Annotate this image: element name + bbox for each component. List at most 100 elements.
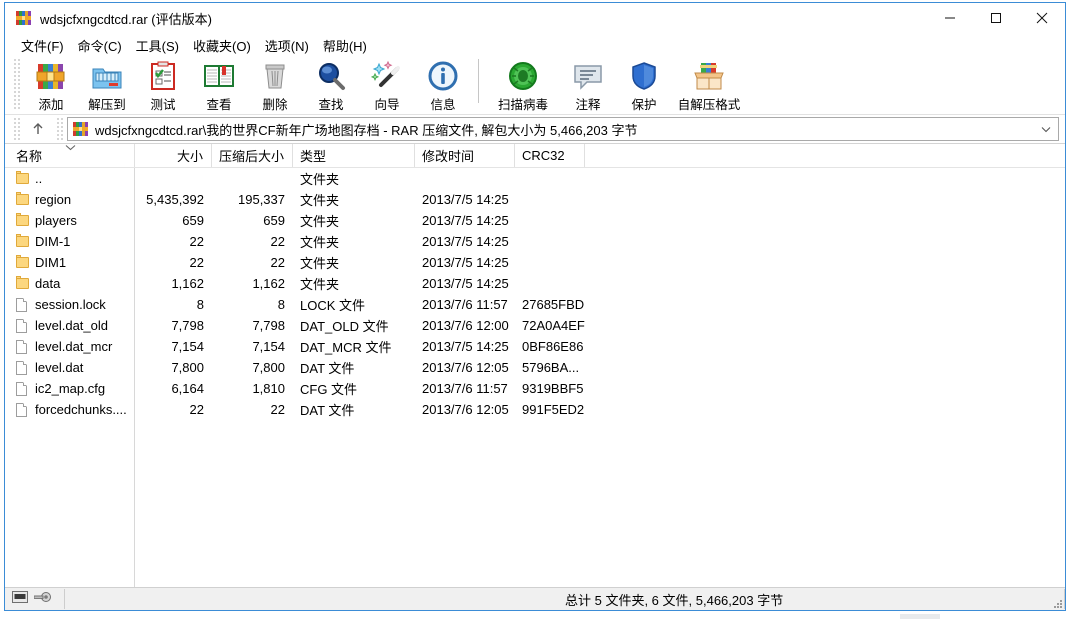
cell-crc32: 0BF86E86	[515, 338, 585, 356]
table-row[interactable]: region 5,435,392 195,337 文件夹 2013/7/5 14:25	[5, 189, 1065, 210]
address-field[interactable]: wdsjcfxngcdtcd.rar\我的世界CF新年广场地图存档 - RAR …	[67, 117, 1059, 141]
column-size[interactable]: 大小	[135, 144, 212, 167]
toolbar-view-label: 查看	[206, 98, 232, 112]
address-bar-drag-handle[interactable]	[13, 117, 20, 141]
menu-options[interactable]: 选项(N)	[258, 34, 316, 57]
cell-modified: 2013/7/5 14:25	[415, 254, 515, 272]
menu-help[interactable]: 帮助(H)	[316, 34, 374, 57]
column-size-label: 大小	[176, 149, 203, 164]
toolbar-comment-label: 注释	[575, 98, 601, 112]
cell-name-text: region	[35, 192, 72, 207]
cell-modified: 2013/7/5 14:25	[415, 191, 515, 209]
minimize-icon[interactable]	[927, 3, 973, 33]
toolbar: 添加 解压到 测试 查看 删除 查找 向导 信息 扫描病毒 注释 保护 自解压格…	[5, 57, 1065, 115]
table-row[interactable]: level.dat_old 7,798 7,798 DAT_OLD 文件 2013/7/…	[5, 315, 1065, 336]
toolbar-find[interactable]: 查找	[303, 57, 359, 112]
cell-type-text: DAT 文件	[300, 360, 355, 376]
cell-packed: 7,798	[212, 317, 293, 335]
folder-icon	[16, 213, 29, 228]
arrow-up-icon[interactable]	[26, 117, 50, 141]
column-name[interactable]: 名称	[5, 144, 135, 167]
address-bar: wdsjcfxngcdtcd.rar\我的世界CF新年广场地图存档 - RAR …	[5, 115, 1065, 143]
cell-modified: 2013/7/5 14:25	[415, 212, 515, 230]
cell-size-text: 22	[189, 254, 204, 270]
toolbar-extract-to[interactable]: 解压到	[79, 57, 135, 112]
window-title: wdsjcfxngcdtcd.rar (评估版本)	[40, 11, 212, 27]
folder-icon	[16, 276, 29, 291]
table-row[interactable]: level.dat 7,800 7,800 DAT 文件 2013/7/6 12:05 5…	[5, 357, 1065, 378]
table-row[interactable]: players 659 659 文件夹 2013/7/5 14:25	[5, 210, 1065, 231]
table-row[interactable]: data 1,162 1,162 文件夹 2013/7/5 14:25	[5, 273, 1065, 294]
toolbar-sfx[interactable]: 自解压格式	[672, 57, 746, 112]
column-crc32[interactable]: CRC32	[515, 144, 585, 167]
column-modified[interactable]: 修改时间	[415, 144, 515, 167]
cell-crc32: 991F5ED2	[515, 401, 585, 419]
toolbar-wizard[interactable]: 向导	[359, 57, 415, 112]
address-field-drag-handle[interactable]	[56, 117, 63, 141]
toolbar-add-label: 添加	[38, 98, 64, 112]
key-icon[interactable]	[33, 590, 51, 608]
table-row[interactable]: DIM1 22 22 文件夹 2013/7/5 14:25	[5, 252, 1065, 273]
toolbar-view[interactable]: 查看	[191, 57, 247, 112]
winrar-app-window: wdsjcfxngcdtcd.rar (评估版本) 文件(F) 命令(C) 工具…	[0, 0, 1075, 619]
cell-modified-text: 2013/7/5 14:25	[422, 275, 509, 291]
cell-modified-text: 2013/7/5 14:25	[422, 254, 509, 270]
menu-favorites[interactable]: 收藏夹(O)	[186, 34, 258, 57]
table-row[interactable]: session.lock 8 8 LOCK 文件 2013/7/6 11:57 27685…	[5, 294, 1065, 315]
drive-icon[interactable]	[12, 590, 28, 608]
table-row[interactable]: DIM-1 22 22 文件夹 2013/7/5 14:25	[5, 231, 1065, 252]
table-row[interactable]: .. 文件夹	[5, 168, 1065, 189]
folder-icon	[16, 192, 29, 207]
cell-crc32-text: 27685FBD	[522, 296, 585, 312]
chevron-down-icon[interactable]	[1039, 118, 1053, 140]
cell-type-text: LOCK 文件	[300, 297, 366, 313]
toolbar-delete[interactable]: 删除	[247, 57, 303, 112]
toolbar-add[interactable]: 添加	[23, 57, 79, 112]
cell-size: 7,154	[135, 338, 212, 356]
column-type[interactable]: 类型	[293, 144, 415, 167]
cell-name: level.dat_old	[5, 318, 135, 333]
menu-file[interactable]: 文件(F)	[14, 34, 71, 57]
cell-packed-text: 7,798	[252, 317, 285, 333]
cell-type: CFG 文件	[293, 379, 415, 399]
toolbar-protect[interactable]: 保护	[616, 57, 672, 112]
maximize-icon[interactable]	[973, 3, 1019, 33]
toolbar-comment[interactable]: 注释	[560, 57, 616, 112]
table-row[interactable]: level.dat_mcr 7,154 7,154 DAT_MCR 文件 2013/7/…	[5, 336, 1065, 357]
resize-grip-icon[interactable]	[1051, 597, 1063, 609]
cell-modified-text: 2013/7/6 11:57	[422, 296, 508, 312]
shield-icon	[628, 60, 660, 92]
menu-tools[interactable]: 工具(S)	[129, 34, 186, 57]
cell-crc32: 27685FBD	[515, 296, 585, 314]
toolbar-virus-scan-label: 扫描病毒	[497, 98, 548, 112]
cell-packed: 195,337	[212, 191, 293, 209]
close-icon[interactable]	[1019, 3, 1065, 33]
cell-crc32-text: 9319BBF5	[522, 380, 584, 396]
folder-icon	[16, 171, 29, 186]
cell-type: LOCK 文件	[293, 295, 415, 315]
cell-name: DIM-1	[5, 234, 135, 249]
cell-modified: 2013/7/5 14:25	[415, 275, 515, 293]
extract-to-icon	[91, 60, 123, 92]
table-row[interactable]: ic2_map.cfg 6,164 1,810 CFG 文件 2013/7/6 11:5…	[5, 378, 1065, 399]
toolbar-test[interactable]: 测试	[135, 57, 191, 112]
table-row[interactable]: forcedchunks.... 22 22 DAT 文件 2013/7/6 12:05…	[5, 399, 1065, 420]
toolbar-drag-handle[interactable]	[13, 58, 20, 110]
window-controls	[927, 3, 1065, 33]
menu-commands[interactable]: 命令(C)	[71, 34, 129, 57]
cell-type: DAT 文件	[293, 400, 415, 420]
toolbar-virus-scan[interactable]: 扫描病毒	[486, 57, 560, 112]
cell-name-text: level.dat	[35, 360, 84, 375]
toolbar-info[interactable]: 信息	[415, 57, 471, 112]
title-bar: wdsjcfxngcdtcd.rar (评估版本)	[5, 3, 1065, 33]
test-clipboard-icon	[147, 60, 179, 92]
delete-trash-icon	[259, 60, 291, 92]
column-type-label: 类型	[300, 149, 327, 164]
cell-size-text: 5,435,392	[146, 191, 204, 207]
column-packed[interactable]: 压缩后大小	[212, 144, 293, 167]
file-list-area: 名称 大小 压缩后大小 类型 修改时间 CRC32 .. 文件夹 region …	[5, 143, 1065, 587]
cell-packed-text: 22	[270, 254, 285, 270]
cell-size-text: 659	[182, 212, 204, 228]
cell-packed: 22	[212, 401, 293, 419]
cell-type: DAT_OLD 文件	[293, 316, 415, 336]
